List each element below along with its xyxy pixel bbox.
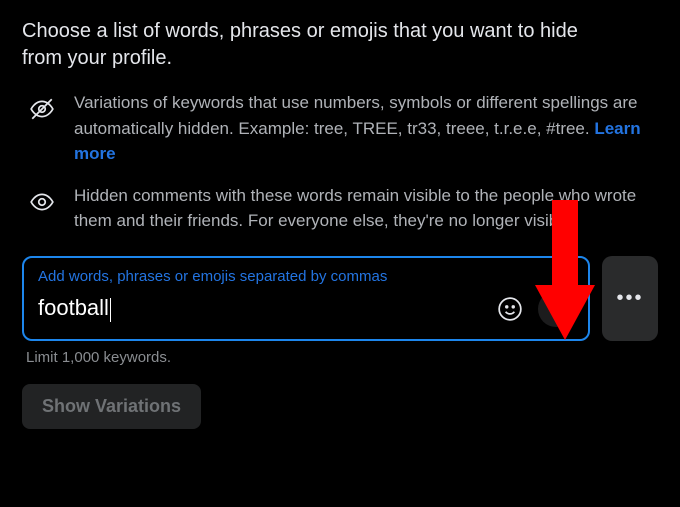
show-variations-button[interactable]: Show Variations: [22, 384, 201, 429]
keyword-limit-text: Limit 1,000 keywords.: [26, 349, 658, 366]
add-keyword-button[interactable]: [538, 291, 574, 327]
keywords-input[interactable]: football: [38, 295, 482, 321]
keywords-input-label: Add words, phrases or emojis separated b…: [38, 268, 574, 285]
emoji-picker-button[interactable]: [492, 291, 528, 327]
intro-text: Choose a list of words, phrases or emoji…: [22, 18, 622, 72]
info-row-hidden: Hidden comments with these words remain …: [22, 183, 658, 234]
info-row-variations: Variations of keywords that use numbers,…: [22, 90, 658, 167]
text-caret: [110, 298, 111, 322]
more-options-button[interactable]: •••: [602, 256, 658, 341]
eye-icon: [28, 183, 56, 215]
keywords-input-container[interactable]: Add words, phrases or emojis separated b…: [22, 256, 590, 341]
eye-off-icon: [28, 90, 56, 122]
info-variations-text: Variations of keywords that use numbers,…: [74, 93, 637, 138]
info-hidden-text: Hidden comments with these words remain …: [74, 183, 644, 234]
